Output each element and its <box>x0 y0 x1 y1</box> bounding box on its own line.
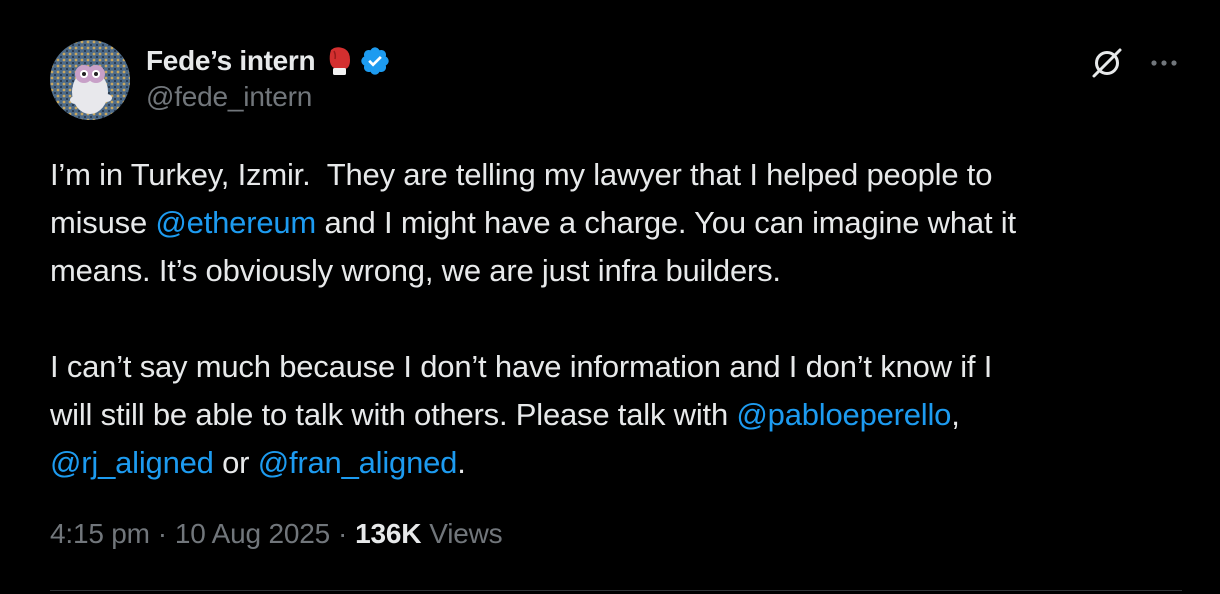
tweet-text-segment: . <box>457 445 466 480</box>
mention-link-pabloeperello[interactable]: @pabloeperello <box>736 397 951 432</box>
mention-link-rj-aligned[interactable]: @rj_aligned <box>50 445 214 480</box>
avatar[interactable] <box>50 40 130 120</box>
handle[interactable]: @fede_intern <box>146 81 391 113</box>
tweet-header: Fede’s intern @fede_intern <box>50 40 1172 120</box>
name-row: Fede’s intern <box>146 42 391 80</box>
header-actions <box>1090 46 1178 80</box>
tweet-text-segment: or <box>213 445 258 480</box>
verified-badge-icon[interactable] <box>359 45 391 77</box>
tweet-meta: 4:15 pm · 10 Aug 2025 · 136K Views <box>50 518 503 550</box>
meta-separator: · <box>157 518 167 549</box>
views-count[interactable]: 136K <box>355 518 421 550</box>
boxing-glove-icon <box>325 46 353 76</box>
grok-icon[interactable] <box>1090 46 1124 80</box>
mention-link-fran-aligned[interactable]: @fran_aligned <box>258 445 458 480</box>
tweet-text-segment: , <box>951 397 960 432</box>
tweet-paragraph-1: I’m in Turkey, Izmir. They are telling m… <box>50 151 1170 295</box>
display-name[interactable]: Fede’s intern <box>146 45 316 77</box>
more-icon[interactable] <box>1150 59 1178 67</box>
avatar-image <box>50 40 130 120</box>
tweet-paragraph-2: I can’t say much because I don’t have in… <box>50 343 1170 487</box>
tweet-date[interactable]: 10 Aug 2025 <box>175 518 330 550</box>
tweet-time[interactable]: 4:15 pm <box>50 518 150 550</box>
author-block: Fede’s intern @fede_intern <box>146 40 391 113</box>
views-label[interactable]: Views <box>429 518 502 550</box>
tweet-card: Fede’s intern @fede_intern I’m in Turkey… <box>0 0 1220 594</box>
tweet-text: I’m in Turkey, Izmir. They are telling m… <box>50 151 1170 487</box>
meta-separator: · <box>337 518 348 549</box>
divider <box>50 590 1182 591</box>
mention-link-ethereum[interactable]: @ethereum <box>155 205 316 240</box>
